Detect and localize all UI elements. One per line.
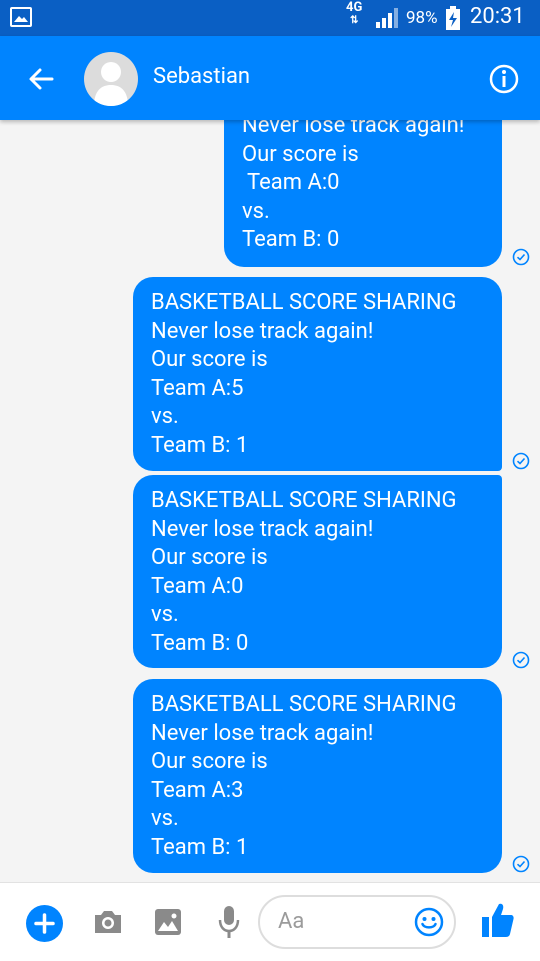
status-bar: 4G ⇅ 98% 20:31 <box>0 0 540 36</box>
message-bubble[interactable]: BASKETBALL SCORE SHARING Never lose trac… <box>133 277 502 471</box>
battery-charging-icon <box>446 6 460 30</box>
gallery-icon[interactable] <box>153 907 183 937</box>
microphone-icon[interactable] <box>217 905 241 939</box>
default-avatar-icon <box>94 62 128 106</box>
emoji-icon[interactable] <box>414 907 444 937</box>
more-actions-button[interactable] <box>26 905 63 942</box>
battery-percent: 98% <box>406 8 438 28</box>
message-thread[interactable]: Never lose track again! Our score is Tea… <box>0 120 540 882</box>
contact-name[interactable]: Sebastian <box>153 64 250 89</box>
plus-icon <box>34 913 55 934</box>
read-receipt-icon <box>512 452 530 470</box>
read-receipt-icon <box>512 651 530 669</box>
message-bubble[interactable]: Never lose track again! Our score is Tea… <box>224 120 502 267</box>
message-input-placeholder: Aa <box>278 909 305 934</box>
avatar[interactable] <box>84 52 138 106</box>
gallery-notification-icon <box>10 7 32 27</box>
read-receipt-icon <box>512 248 530 266</box>
message-composer: Aa <box>0 882 540 961</box>
back-arrow-icon[interactable] <box>26 64 56 94</box>
camera-icon[interactable] <box>92 908 124 936</box>
read-receipt-icon <box>512 855 530 873</box>
info-icon[interactable] <box>488 63 520 95</box>
conversation-header: Sebastian <box>0 36 540 120</box>
message-bubble[interactable]: BASKETBALL SCORE SHARING Never lose trac… <box>133 475 502 668</box>
thumbs-up-icon[interactable] <box>481 901 515 939</box>
signal-icon <box>376 8 398 28</box>
network-type: 4G ⇅ <box>346 0 363 26</box>
message-bubble[interactable]: BASKETBALL SCORE SHARING Never lose trac… <box>133 679 502 873</box>
message-input[interactable]: Aa <box>258 895 456 949</box>
clock: 20:31 <box>470 4 525 29</box>
